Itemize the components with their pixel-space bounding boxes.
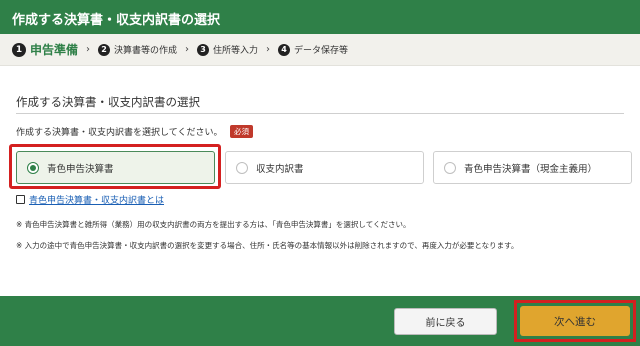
step-1: 1 申告準備 › bbox=[12, 41, 98, 58]
instruction-text: 作成する決算書・収支内訳書を選択してください。 bbox=[16, 128, 223, 138]
step-3: 3 住所等入力 › bbox=[197, 43, 278, 56]
back-button[interactable]: 前に戻る bbox=[394, 308, 497, 335]
step-label: データ保存等 bbox=[294, 46, 349, 56]
title-bar: 作成する決算書・収支内訳書の選択 bbox=[0, 0, 640, 34]
option-blue-return-cash[interactable]: 青色申告決算書（現金主義用） bbox=[433, 151, 632, 184]
step-number: 3 bbox=[197, 43, 210, 56]
help-link[interactable]: 青色申告決算書・収支内訳書とは bbox=[16, 193, 164, 206]
help-link-text[interactable]: 青色申告決算書・収支内訳書とは bbox=[29, 193, 164, 206]
chevron-right-icon: › bbox=[185, 44, 190, 55]
note-text: ※ 青色申告決算書と雑所得（業務）用の収支内訳書の両方を提出する方は、「青色申告… bbox=[16, 220, 411, 229]
divider bbox=[16, 113, 624, 114]
note-text: ※ 入力の途中で青色申告決算書・収支内訳書の選択を変更する場合、住所・氏名等の基… bbox=[16, 241, 519, 250]
radio-icon[interactable] bbox=[444, 161, 456, 174]
step-4: 4 データ保存等 bbox=[278, 43, 348, 56]
step-2: 2 決算書等の作成 › bbox=[98, 43, 197, 56]
section-heading: 作成する決算書・収支内訳書の選択 bbox=[16, 95, 200, 109]
selection-highlight bbox=[9, 144, 221, 189]
chevron-right-icon: › bbox=[266, 44, 271, 55]
step-label: 住所等入力 bbox=[213, 46, 259, 56]
step-number: 2 bbox=[98, 43, 111, 56]
next-highlight bbox=[514, 300, 636, 342]
option-label: 青色申告決算書（現金主義用） bbox=[464, 163, 598, 175]
radio-icon[interactable] bbox=[236, 161, 248, 174]
book-icon bbox=[16, 195, 25, 204]
step-label: 申告準備 bbox=[30, 43, 79, 57]
chevron-right-icon: › bbox=[86, 44, 91, 55]
step-number: 4 bbox=[278, 43, 291, 56]
option-income-statement[interactable]: 収支内訳書 bbox=[225, 151, 424, 184]
option-label: 収支内訳書 bbox=[256, 163, 304, 175]
required-badge: 必須 bbox=[230, 125, 253, 138]
progress-stepper: 1 申告準備 › 2 決算書等の作成 › 3 住所等入力 › 4 データ保存等 bbox=[0, 34, 640, 66]
page-title: 作成する決算書・収支内訳書の選択 bbox=[12, 13, 221, 28]
step-number: 1 bbox=[12, 42, 26, 57]
step-label: 決算書等の作成 bbox=[114, 46, 178, 56]
